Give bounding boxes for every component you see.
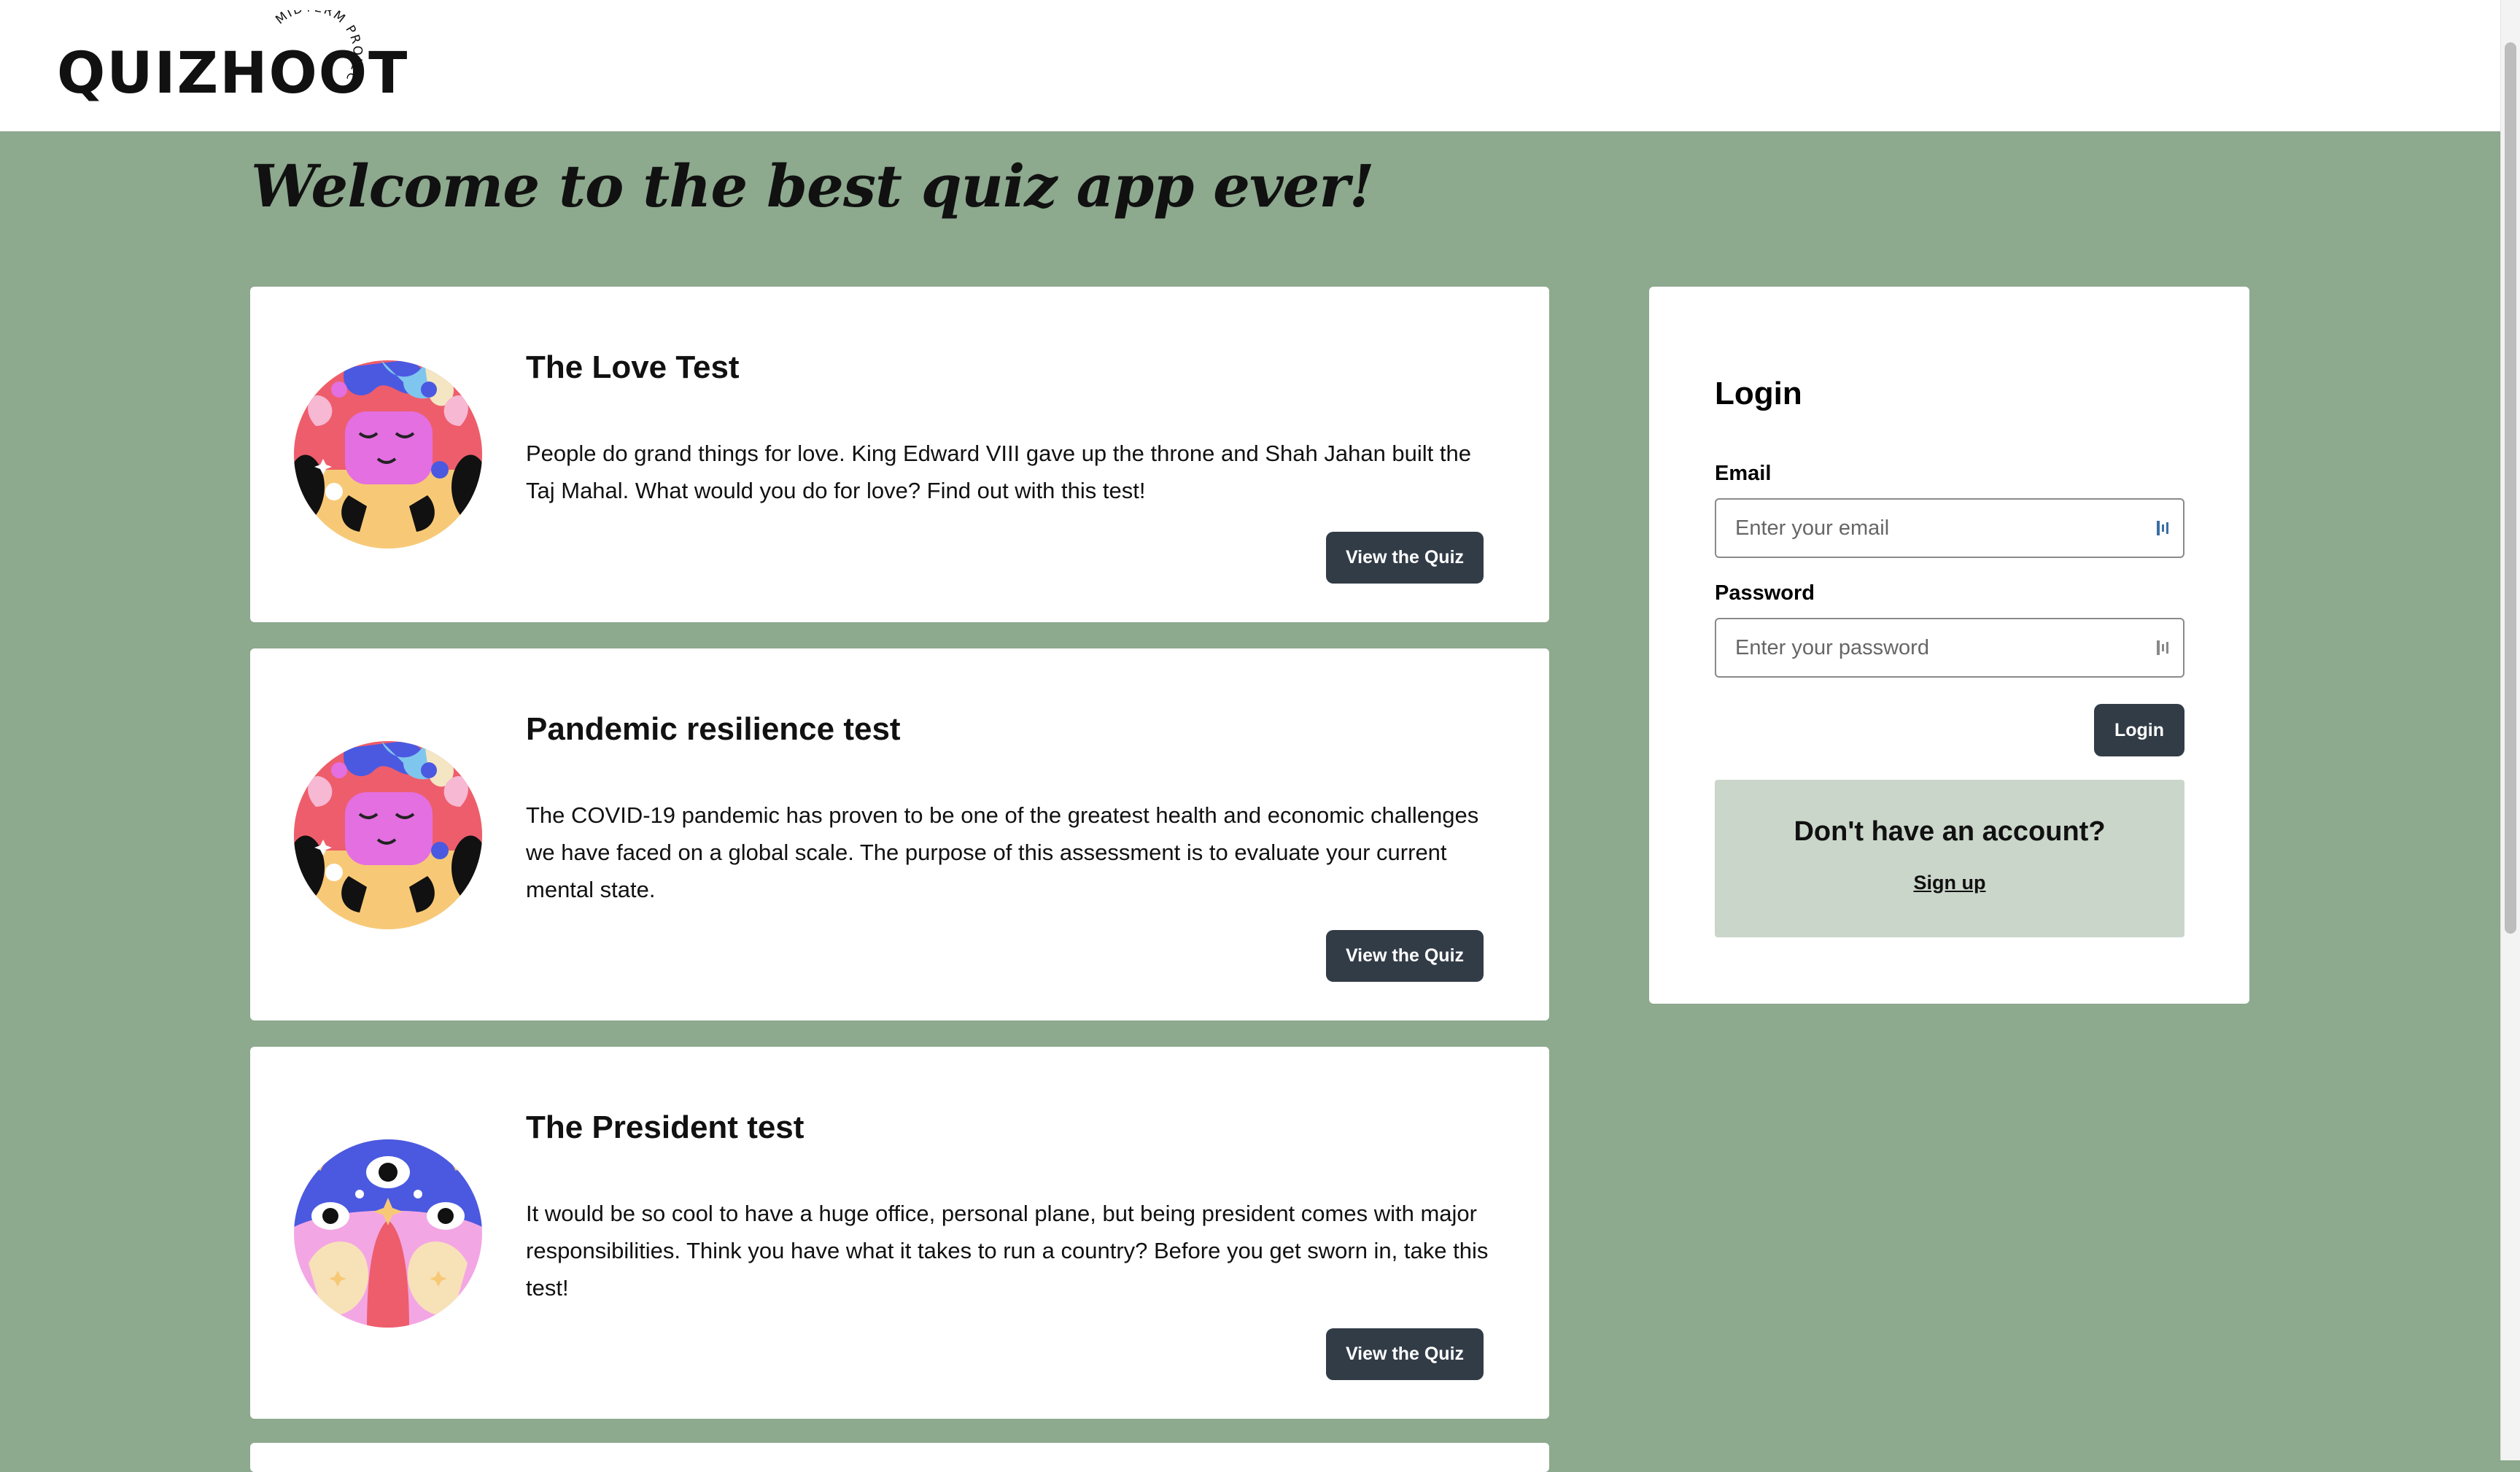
- svg-text:MIDTERM PROJECT: MIDTERM PROJECT: [265, 10, 365, 85]
- password-manager-icon[interactable]: [2155, 638, 2171, 658]
- quiz-description: It would be so cool to have a huge offic…: [526, 1201, 1489, 1301]
- no-account-text: Don't have an account?: [1794, 816, 2106, 847]
- meditating-face-illustration-icon: [294, 360, 482, 549]
- view-quiz-button[interactable]: View the Quiz: [1326, 532, 1484, 584]
- login-title: Login: [1715, 376, 1802, 411]
- quiz-card-partial: [250, 1443, 1549, 1472]
- top-navbar: QUIZHOOT MIDTERM PROJECT: [0, 0, 2500, 131]
- password-label: Password: [1715, 581, 1815, 605]
- meditating-face-illustration-icon: [294, 741, 482, 929]
- login-panel: Login Email Password Login Don't have an…: [1649, 287, 2249, 1004]
- quiz-title: The President test: [526, 1109, 805, 1145]
- view-quiz-button[interactable]: View the Quiz: [1326, 1328, 1484, 1380]
- logo-tagline-arc: MIDTERM PROJECT: [265, 10, 365, 85]
- quiz-card: The Love Test People do grand things for…: [250, 287, 1549, 622]
- email-label: Email: [1715, 462, 1772, 485]
- page-scrollbar[interactable]: [2500, 0, 2520, 1460]
- quiz-title: Pandemic resilience test: [526, 711, 901, 747]
- page-title: Welcome to the best quiz app ever!: [251, 152, 1375, 220]
- logo-tagline: MIDTERM PROJECT: [265, 10, 363, 85]
- quiz-description: People do grand things for love. King Ed…: [526, 441, 1472, 503]
- scrollbar-thumb[interactable]: [2505, 42, 2516, 934]
- password-manager-icon[interactable]: [2155, 518, 2171, 538]
- quiz-title: The Love Test: [526, 349, 740, 385]
- signup-panel: Don't have an account? Sign up: [1715, 780, 2184, 937]
- sign-up-link[interactable]: Sign up: [1715, 872, 2184, 894]
- view-quiz-button[interactable]: View the Quiz: [1326, 930, 1484, 982]
- quiz-card: The President test It would be so cool t…: [250, 1047, 1549, 1419]
- email-field[interactable]: [1715, 498, 2184, 558]
- quizhoot-logo[interactable]: QUIZHOOT MIDTERM PROJECT: [54, 10, 407, 105]
- login-button[interactable]: Login: [2094, 704, 2184, 756]
- eyes-mushroom-illustration-icon: [294, 1139, 482, 1328]
- password-field[interactable]: [1715, 618, 2184, 678]
- quiz-description: The COVID-19 pandemic has proven to be o…: [526, 802, 1479, 902]
- quiz-card: Pandemic resilience test The COVID-19 pa…: [250, 648, 1549, 1020]
